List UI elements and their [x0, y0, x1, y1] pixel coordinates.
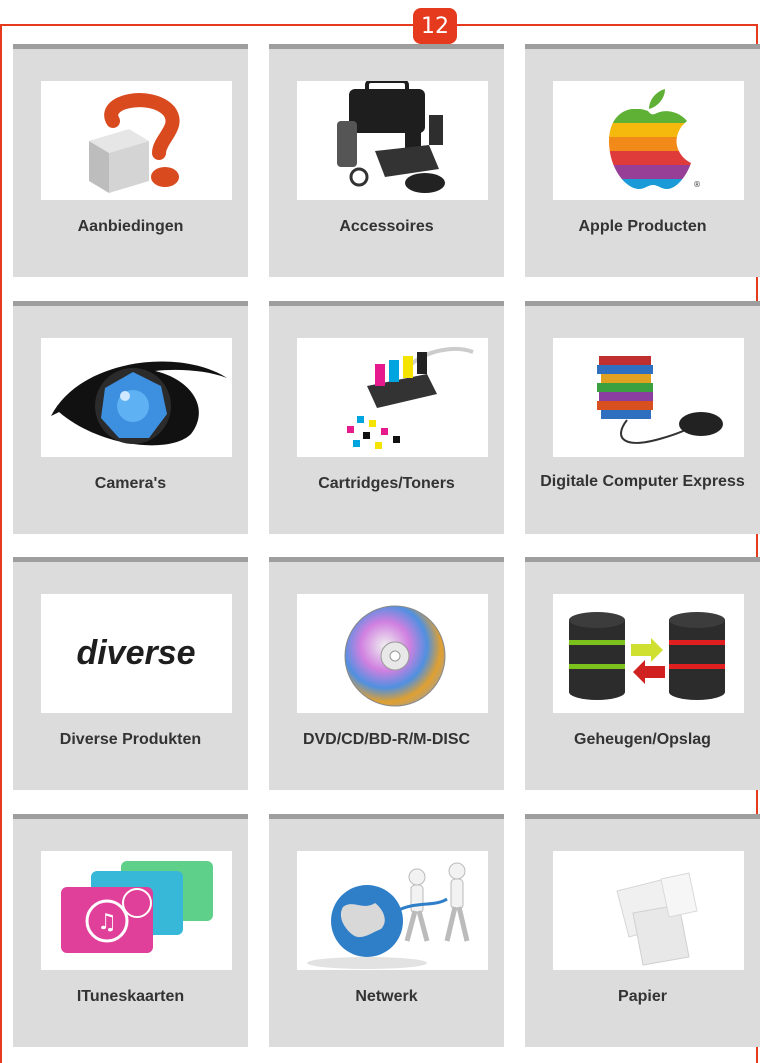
category-tile-accessoires[interactable]: Accessoires	[269, 44, 504, 277]
category-tile-apple-producten[interactable]: ® Apple Producten	[525, 44, 760, 277]
question-mark-box-icon	[41, 81, 232, 200]
category-label: Geheugen/Opslag	[574, 731, 711, 748]
annotation-badge: 12	[413, 8, 457, 44]
category-tile-ituneskaarten[interactable]: ♫ ITuneskaarten	[13, 814, 248, 1047]
category-label: ITuneskaarten	[76, 988, 185, 1005]
network-globe-icon	[297, 851, 488, 970]
category-tile-dvd-cd[interactable]: DVD/CD/BD-R/M-DISC	[269, 557, 504, 790]
category-label: Netwerk	[355, 988, 418, 1005]
category-tile-aanbiedingen[interactable]: Aanbiedingen	[13, 44, 248, 277]
diverse-logo-icon: diverse	[41, 594, 232, 713]
category-label: Apple Producten	[578, 218, 707, 235]
svg-text:®: ®	[693, 180, 701, 189]
category-tile-digitale-computer-express[interactable]: Digitale Computer Express	[525, 301, 760, 534]
svg-text:♫: ♫	[97, 910, 117, 935]
category-tile-cartridges-toners[interactable]: Cartridges/Toners	[269, 301, 504, 534]
category-tile-cameras[interactable]: Camera's	[13, 301, 248, 534]
category-label: Accessoires	[339, 218, 434, 235]
category-tile-papier[interactable]: Papier	[525, 814, 760, 1047]
computer-accessories-icon	[297, 81, 488, 200]
category-label: DVD/CD/BD-R/M-DISC	[302, 731, 471, 748]
category-tile-netwerk[interactable]: Netwerk	[269, 814, 504, 1047]
category-label: Diverse Produkten	[59, 731, 202, 748]
category-label: Cartridges/Toners	[318, 475, 455, 492]
apple-logo-icon: ®	[553, 81, 744, 200]
paper-sheets-icon	[553, 851, 744, 970]
category-tile-geheugen-opslag[interactable]: Geheugen/Opslag	[525, 557, 760, 790]
category-tile-diverse-produkten[interactable]: diverse Diverse Produkten	[13, 557, 248, 790]
books-mouse-icon	[553, 338, 744, 457]
eye-lens-icon	[41, 338, 232, 457]
category-label: Papier	[618, 988, 667, 1005]
database-sync-icon	[553, 594, 744, 713]
diverse-logo-text: diverse	[76, 634, 195, 672]
ink-cartridge-icon	[297, 338, 488, 457]
category-label: Digitale Computer Express	[540, 473, 745, 490]
itunes-cards-icon: ♫	[41, 851, 232, 970]
disc-icon	[297, 594, 488, 713]
category-label: Aanbiedingen	[77, 218, 184, 235]
category-label: Camera's	[94, 475, 167, 492]
